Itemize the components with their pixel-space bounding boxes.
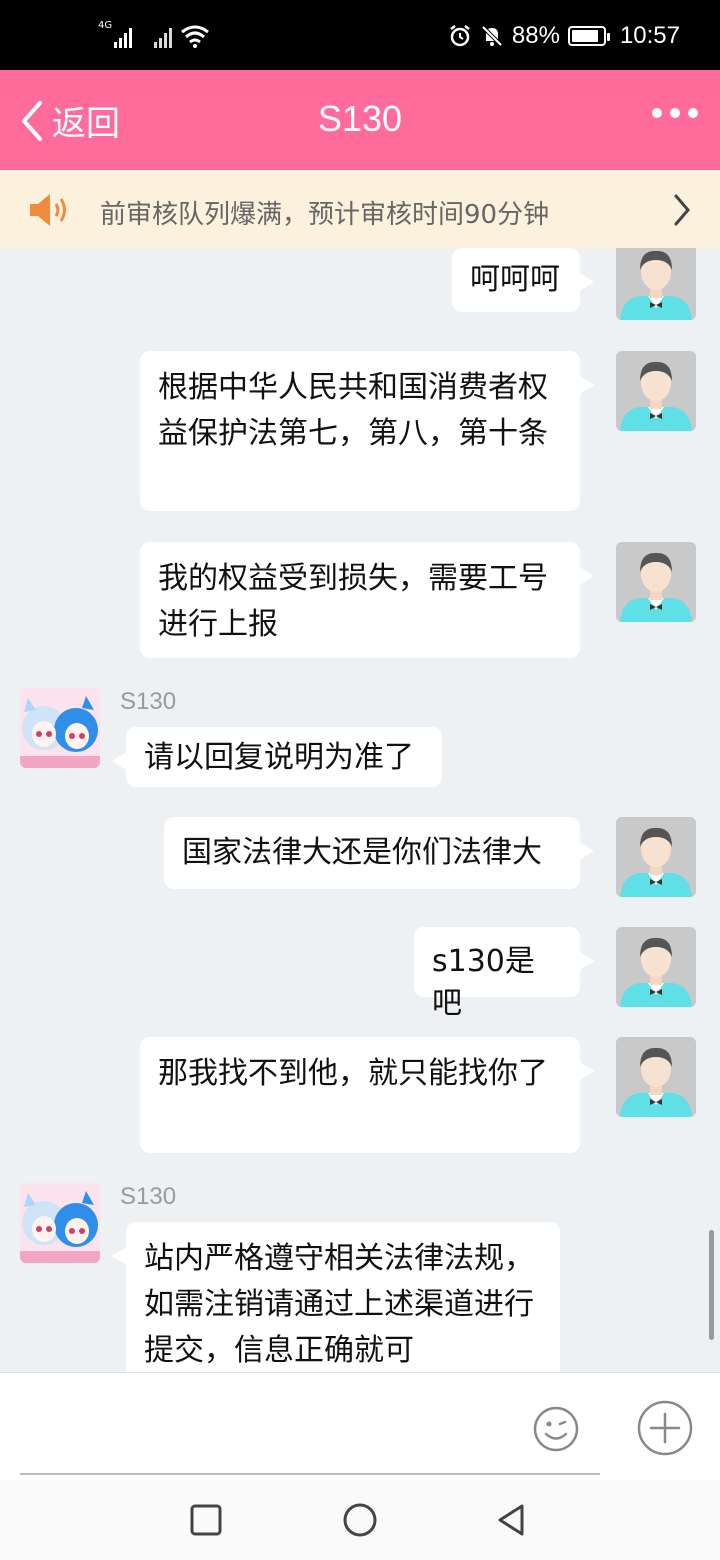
- message-bubble[interactable]: s130是吧: [414, 927, 594, 1021]
- page-title: S130: [317, 98, 403, 139]
- emoji-icon[interactable]: [532, 1405, 580, 1453]
- plus-icon[interactable]: [636, 1399, 694, 1457]
- message-bubble[interactable]: 站内严格遵守相关法律法规，如需注销请通过上述渠道进行提交，信息正确就可: [112, 1222, 560, 1372]
- wifi-icon: [181, 25, 209, 48]
- message-input[interactable]: [20, 1473, 600, 1475]
- speaker-icon: [30, 194, 66, 226]
- triangle-back-icon[interactable]: [494, 1502, 530, 1538]
- avatar[interactable]: [616, 927, 696, 1007]
- signal-group: 4G: [98, 20, 210, 48]
- signal-icon: 4G: [98, 20, 132, 48]
- sender-name: S130: [120, 688, 177, 715]
- notice-text: 前审核队列爆满，预计审核时间90分钟: [100, 200, 550, 230]
- avatar[interactable]: [616, 542, 696, 622]
- app-header: 返回 S130: [0, 70, 720, 170]
- message-bubble[interactable]: 呵呵呵: [452, 248, 594, 312]
- square-icon[interactable]: [188, 1502, 224, 1538]
- battery-percent: 88%: [511, 22, 560, 49]
- avatar[interactable]: [616, 1037, 696, 1117]
- avatar[interactable]: [616, 817, 696, 897]
- notice-bar[interactable]: 前审核队列爆满，预计审核时间90分钟: [0, 170, 720, 248]
- avatar[interactable]: [616, 248, 696, 320]
- circle-icon[interactable]: [342, 1502, 378, 1538]
- battery-icon: [567, 26, 610, 46]
- chat-list[interactable]: 呵呵呵 根据中华人民共和国消费者权益保护法第七，第八，第十条 我的权益受到损失，…: [0, 248, 720, 1372]
- message-bubble[interactable]: 那我找不到他，就只能找你了: [140, 1037, 594, 1153]
- message-bubble[interactable]: 国家法律大还是你们法律大: [164, 817, 594, 889]
- avatar[interactable]: [20, 1183, 100, 1263]
- avatar[interactable]: [20, 688, 100, 768]
- alarm-icon: [450, 25, 470, 47]
- network-label: 4G: [98, 20, 113, 31]
- signal-icon-2: [140, 26, 172, 48]
- message-bubble[interactable]: 请以回复说明为准了: [112, 727, 442, 787]
- more-icon[interactable]: [652, 108, 698, 118]
- message-bubble[interactable]: 根据中华人民共和国消费者权益保护法第七，第八，第十条: [140, 351, 594, 511]
- avatar[interactable]: [616, 351, 696, 431]
- clock: 10:57: [619, 22, 680, 49]
- scrollbar[interactable]: [709, 1230, 714, 1340]
- status-right: 88% 10:57: [448, 22, 680, 50]
- status-bar: 4G 88% 10:57: [0, 0, 720, 70]
- sender-name: S130: [120, 1183, 177, 1210]
- chevron-right-icon[interactable]: [672, 190, 692, 230]
- mute-icon: [481, 25, 503, 47]
- input-area: [0, 1372, 720, 1480]
- message-bubble[interactable]: 我的权益受到损失，需要工号进行上报: [140, 542, 594, 658]
- system-nav-bar: [0, 1480, 720, 1560]
